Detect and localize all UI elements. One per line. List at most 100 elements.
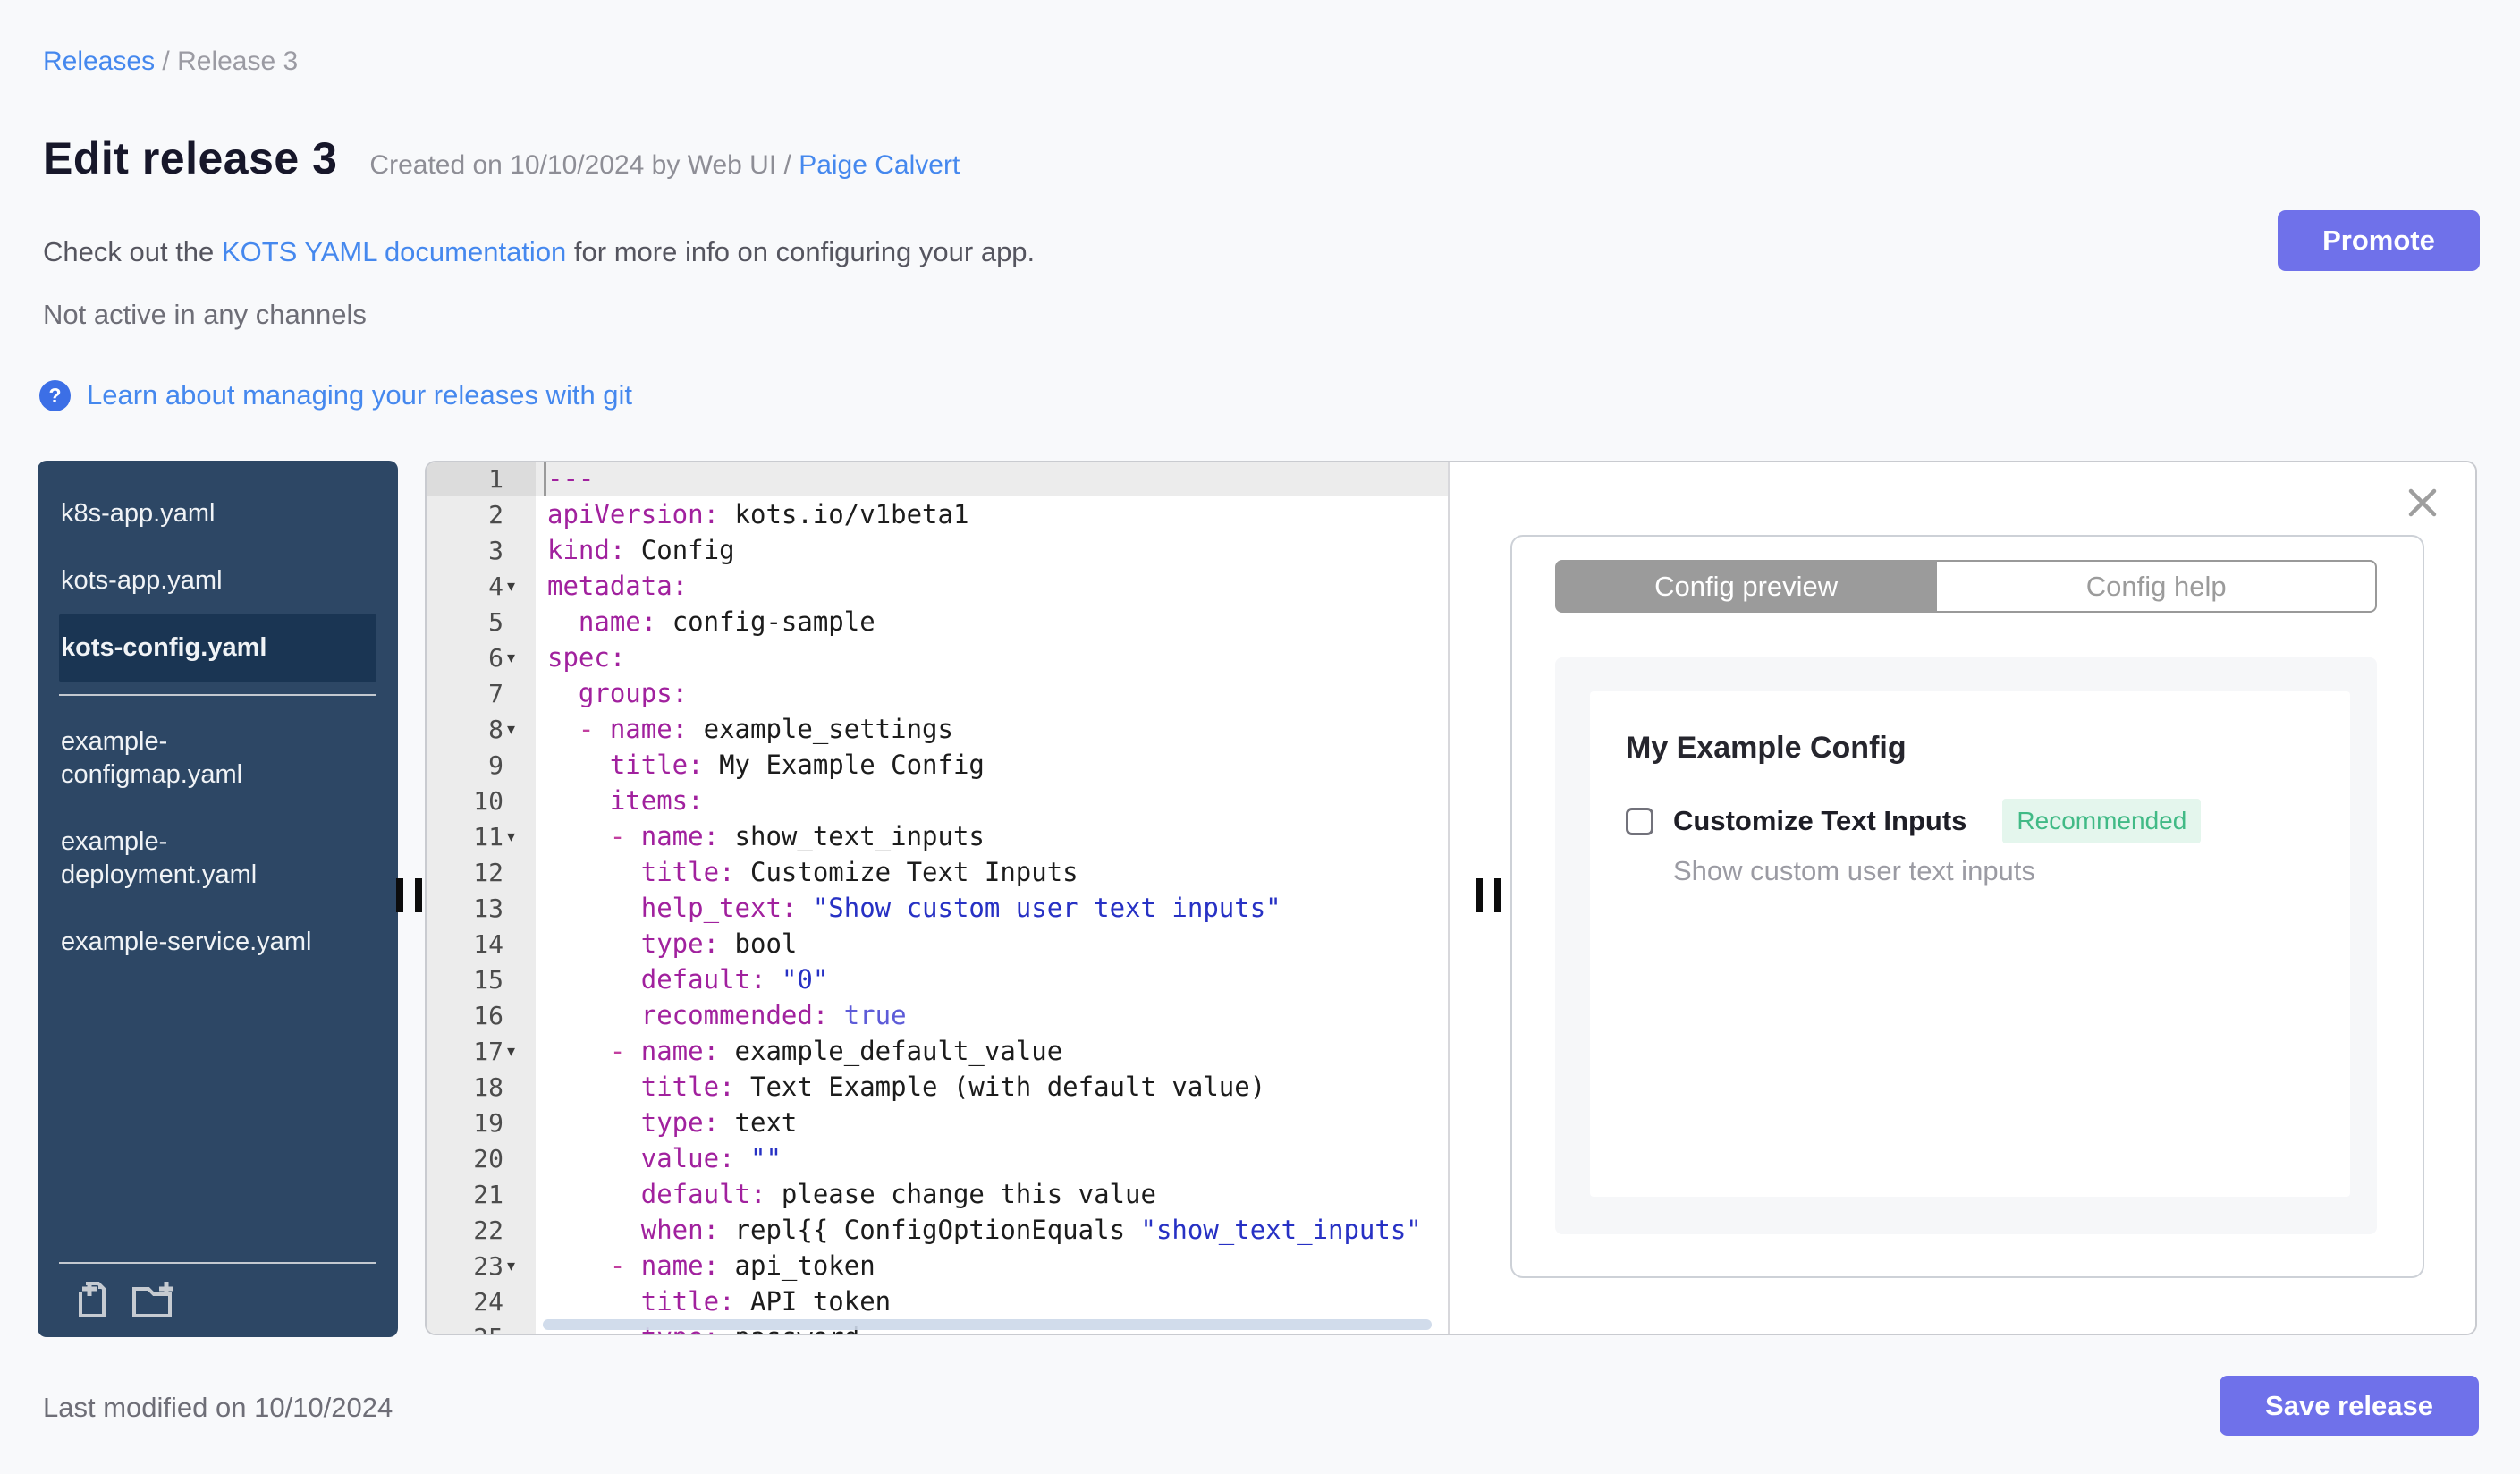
tab-config-preview[interactable]: Config preview: [1555, 560, 1938, 613]
doc-hint-suffix: for more info on configuring your app.: [566, 236, 1036, 267]
editor-line-1[interactable]: 1 ---: [427, 462, 1448, 496]
gutter-cell: 6 ▾: [427, 640, 536, 675]
gutter-cell: 16: [427, 997, 536, 1033]
gutter-cell: 8 ▾: [427, 711, 536, 747]
promote-button[interactable]: Promote: [2278, 210, 2480, 271]
gutter-cell: 22: [427, 1212, 536, 1248]
editor-line-6[interactable]: 6 ▾ spec:: [427, 640, 1448, 675]
editor-line-10[interactable]: 10 items:: [427, 783, 1448, 818]
fold-arrow-icon[interactable]: ▾: [503, 568, 536, 604]
fold-arrow-icon[interactable]: ▾: [503, 711, 536, 747]
gutter-cell: 15: [427, 961, 536, 997]
kots-yaml-doc-link[interactable]: KOTS YAML documentation: [222, 236, 566, 267]
line-number: 6: [488, 642, 503, 673]
file-item-k8s-app.yaml[interactable]: k8s-app.yaml: [38, 480, 329, 547]
code-text: items:: [609, 785, 704, 816]
editor-line-20[interactable]: 20 value: "": [427, 1140, 1448, 1176]
editor-line-5[interactable]: 5 name: config-sample: [427, 604, 1448, 640]
gutter-cell: 11 ▾: [427, 818, 536, 854]
line-number: 17: [473, 1036, 503, 1066]
file-item-example-deployment.yaml[interactable]: example-deployment.yaml: [38, 809, 329, 909]
code-text: - name: example_default_value: [609, 1036, 1063, 1066]
editor-line-7[interactable]: 7 groups:: [427, 675, 1448, 711]
code-text: title: My Example Config: [609, 750, 985, 780]
line-number: 16: [473, 1000, 503, 1030]
sidebar-resize-handle[interactable]: [396, 878, 422, 912]
editor-line-16[interactable]: 16 recommended: true: [427, 997, 1448, 1033]
tab-config-help[interactable]: Config help: [1937, 560, 2377, 613]
page-title: Edit release 3: [43, 133, 338, 183]
editor-resize-handle[interactable]: [1476, 878, 1501, 912]
editor-line-9[interactable]: 9 title: My Example Config: [427, 747, 1448, 783]
breadcrumb-releases-link[interactable]: Releases: [43, 47, 155, 76]
doc-hint: Check out the KOTS YAML documentation fo…: [43, 236, 1035, 268]
fold-arrow-icon[interactable]: ▾: [503, 1033, 536, 1069]
file-name: example-service.yaml: [61, 928, 312, 956]
file-item-example-configmap.yaml[interactable]: example-configmap.yaml: [38, 708, 329, 809]
yaml-editor[interactable]: 1 --- 2 apiVersion: kots.io/v1beta1 3 kind: C…: [427, 462, 1448, 1334]
save-release-button[interactable]: Save release: [2220, 1376, 2479, 1436]
breadcrumb-separator: /: [155, 47, 178, 76]
code-text: groups:: [578, 678, 689, 708]
editor-lines: 1 --- 2 apiVersion: kots.io/v1beta1 3 kind: C…: [427, 462, 1448, 1334]
editor-line-8[interactable]: 8 ▾ - name: example_settings: [427, 711, 1448, 747]
editor-line-2[interactable]: 2 apiVersion: kots.io/v1beta1: [427, 496, 1448, 532]
editor-line-12[interactable]: 12 title: Customize Text Inputs: [427, 854, 1448, 890]
gutter-cell: 12: [427, 854, 536, 890]
fold-arrow-icon[interactable]: ▾: [503, 640, 536, 675]
customize-text-inputs-checkbox[interactable]: [1626, 807, 1653, 835]
code-text: type: bool: [640, 928, 798, 959]
config-form-card: My Example Config Customize Text Inputs …: [1590, 691, 2350, 1197]
editor-line-21[interactable]: 21 default: please change this value: [427, 1176, 1448, 1212]
editor-line-3[interactable]: 3 kind: Config: [427, 532, 1448, 568]
editor-line-22[interactable]: 22 when: repl{{ ConfigOptionEquals "show…: [427, 1212, 1448, 1248]
line-number: 24: [473, 1286, 503, 1317]
file-name: kots-app.yaml: [61, 566, 223, 595]
config-group-title: My Example Config: [1626, 731, 1907, 765]
gutter-cell: 25: [427, 1319, 536, 1334]
file-item-kots-app.yaml[interactable]: kots-app.yaml: [38, 547, 329, 614]
line-number: 22: [473, 1215, 503, 1245]
editor-line-18[interactable]: 18 title: Text Example (with default val…: [427, 1069, 1448, 1105]
code-text: - name: api_token: [609, 1250, 875, 1281]
author-link[interactable]: Paige Calvert: [799, 150, 960, 180]
file-item-kots-config.yaml[interactable]: kots-config.yaml: [59, 614, 376, 682]
line-number: 3: [488, 535, 503, 565]
line-number: 10: [473, 785, 503, 816]
line-number: 20: [473, 1143, 503, 1173]
code-text: title: Text Example (with default value): [640, 1072, 1266, 1102]
line-number: 25: [427, 1323, 503, 1334]
gutter-cell: 2: [427, 496, 536, 532]
editor-line-14[interactable]: 14 type: bool: [427, 926, 1448, 961]
editor-line-13[interactable]: 13 help_text: "Show custom user text inp…: [427, 890, 1448, 926]
new-file-icon[interactable]: [73, 1280, 113, 1321]
editor-line-11[interactable]: 11 ▾ - name: show_text_inputs: [427, 818, 1448, 854]
editor-line-19[interactable]: 19 type: text: [427, 1105, 1448, 1140]
editor-line-15[interactable]: 15 default: "0": [427, 961, 1448, 997]
gutter-cell: 13: [427, 890, 536, 926]
code-text: kind: Config: [547, 535, 735, 565]
new-folder-icon[interactable]: [131, 1280, 177, 1321]
line-number: 7: [488, 678, 503, 708]
editor-line-17[interactable]: 17 ▾ - name: example_default_value: [427, 1033, 1448, 1069]
git-releases-link[interactable]: Learn about managing your releases with …: [87, 379, 632, 411]
code-text: spec:: [547, 642, 626, 673]
line-number: 8: [488, 714, 503, 744]
editor-line-24[interactable]: 24 title: API token: [427, 1283, 1448, 1319]
code-text: recommended: true: [640, 1000, 907, 1030]
close-icon[interactable]: [2406, 487, 2439, 519]
editor-line-23[interactable]: 23 ▾ - name: api_token: [427, 1248, 1448, 1283]
code-text: name: config-sample: [578, 606, 875, 637]
gutter-cell: 21: [427, 1176, 536, 1212]
file-list: k8s-app.yaml kots-app.yaml kots-config.yam…: [38, 461, 398, 976]
title-row: Edit release 3 Created on 10/10/2024 by …: [43, 132, 960, 184]
fold-arrow-icon[interactable]: ▾: [503, 1248, 536, 1283]
file-item-example-service.yaml[interactable]: example-service.yaml: [38, 909, 329, 976]
editor-line-4[interactable]: 4 ▾ metadata:: [427, 568, 1448, 604]
fold-arrow-icon[interactable]: ▾: [503, 818, 536, 854]
gutter-cell: 7: [427, 675, 536, 711]
gutter-cell: 23 ▾: [427, 1248, 536, 1283]
editor-horizontal-scrollbar[interactable]: [543, 1319, 1432, 1330]
created-text: Created on 10/10/2024 by Web UI /: [369, 150, 799, 180]
code-text: default: please change this value: [640, 1179, 1156, 1209]
